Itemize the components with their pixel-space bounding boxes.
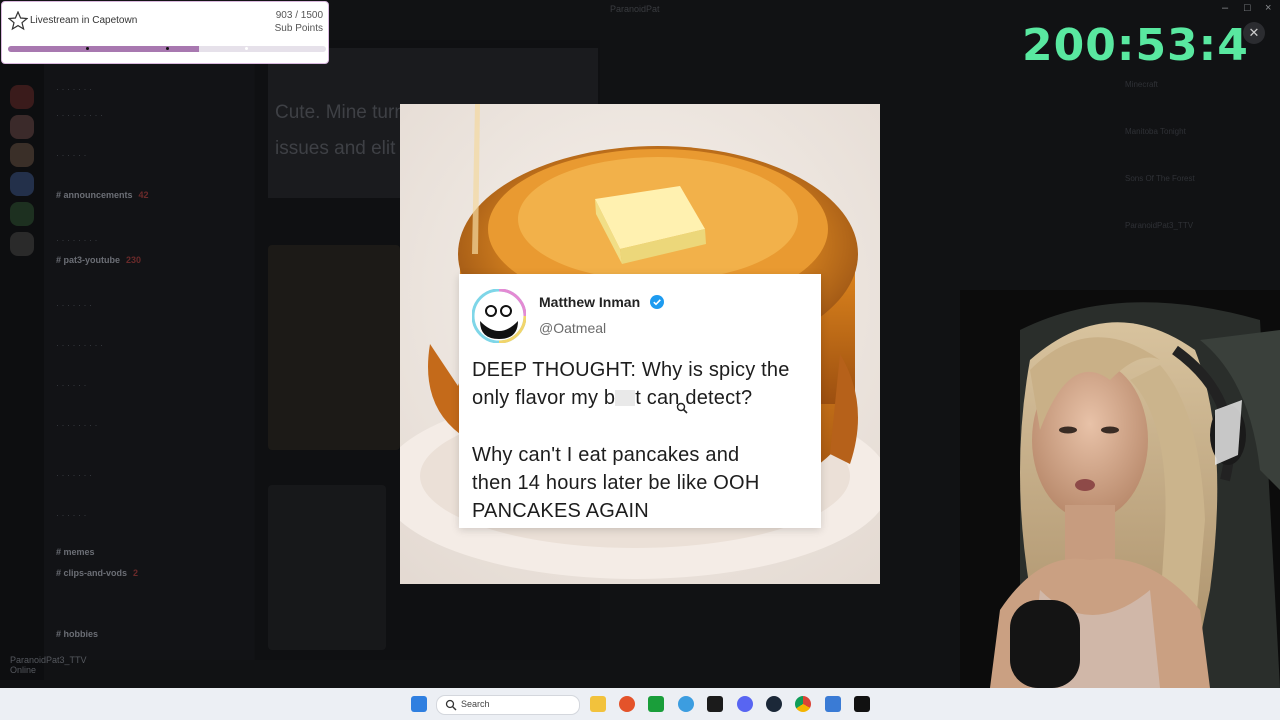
windows-taskbar [0, 688, 1280, 720]
server-icon[interactable] [10, 202, 34, 226]
tweet-text-line: DEEP THOUGHT: Why is spicy the [472, 359, 790, 381]
channel-announcements[interactable]: # announcements 42 [56, 190, 149, 200]
user-status: Online [10, 665, 37, 675]
progress-marker [166, 47, 169, 50]
user-name: ParanoidPat3_TTV [10, 655, 87, 665]
tweet-text-line: Why can't I eat pancakes and [472, 444, 740, 466]
verified-badge-icon [650, 295, 664, 309]
channel-hobbies[interactable]: # hobbies [56, 629, 98, 639]
chat-image-thumbnail[interactable] [268, 245, 400, 450]
right-panel: Minecraft Manitoba Tonight Sons Of The F… [1125, 80, 1195, 230]
oatmeal-avatar-icon [472, 289, 526, 343]
channel-list: · · · · · · · · · · · · · · · · · · · · … [44, 60, 254, 660]
sub-progress-fill [8, 46, 200, 52]
app-icon[interactable] [619, 696, 635, 712]
star-icon [8, 11, 28, 31]
tweet-text-line: then 14 hours later be like OOH [472, 472, 760, 494]
censor-block [615, 390, 636, 406]
progress-marker [86, 47, 89, 50]
window-close-icon[interactable]: × [1265, 2, 1271, 14]
notepad-icon[interactable] [825, 696, 841, 712]
image-viewer[interactable]: Matthew Inman @Oatmeal DEEP THOUGHT: Why… [400, 104, 880, 584]
start-icon[interactable] [411, 696, 427, 712]
taskbar-search[interactable]: Search [436, 695, 580, 715]
steam-icon[interactable] [766, 696, 782, 712]
capcut-icon[interactable] [854, 696, 870, 712]
chrome-icon[interactable] [795, 696, 811, 712]
channel-memes[interactable]: # memes [56, 547, 95, 557]
sub-goal-count: 903 / 1500 Sub Points [274, 10, 323, 34]
terminal-icon[interactable] [707, 696, 723, 712]
close-viewer-button[interactable]: ✕ [1243, 22, 1265, 44]
server-icon[interactable] [10, 172, 34, 196]
tweet-text-line: only flavor my bt can detect? [472, 387, 753, 409]
minimize-icon[interactable]: – [1222, 2, 1228, 14]
channel-pat3-youtube[interactable]: # pat3-youtube 230 [56, 255, 141, 265]
sub-goal-title: Livestream in Capetown [30, 15, 138, 26]
app-icon[interactable] [678, 696, 694, 712]
server-icon[interactable] [10, 115, 34, 139]
search-icon [445, 699, 457, 711]
webcam-feed [960, 290, 1280, 688]
server-icon[interactable] [10, 232, 34, 256]
tweet-author-name: Matthew Inman [539, 294, 641, 310]
maximize-icon[interactable]: □ [1244, 2, 1251, 14]
tweet-card: Matthew Inman @Oatmeal DEEP THOUGHT: Why… [459, 274, 821, 528]
server-rail [0, 60, 44, 680]
sub-points-widget: Livestream in Capetown 903 / 1500 Sub Po… [1, 1, 329, 64]
stream-timer: 200:53:4 [1022, 20, 1249, 71]
tweet-text-line: PANCAKES AGAIN [472, 500, 649, 522]
file-explorer-icon[interactable] [590, 696, 606, 712]
search-placeholder: Search [461, 699, 490, 709]
discord-icon[interactable] [737, 696, 753, 712]
xbox-icon[interactable] [648, 696, 664, 712]
channel-clips-and-vods[interactable]: # clips-and-vods 2 [56, 568, 138, 578]
chat-image-thumbnail[interactable] [268, 485, 386, 650]
server-icon[interactable] [10, 143, 34, 167]
user-panel[interactable]: ParanoidPat3_TTV Online [10, 655, 87, 675]
zoom-cursor-icon [676, 402, 688, 414]
tweet-handle: @Oatmeal [539, 320, 607, 336]
progress-marker [245, 47, 248, 50]
server-icon[interactable] [10, 85, 34, 109]
window-title: ParanoidPat [610, 4, 660, 14]
